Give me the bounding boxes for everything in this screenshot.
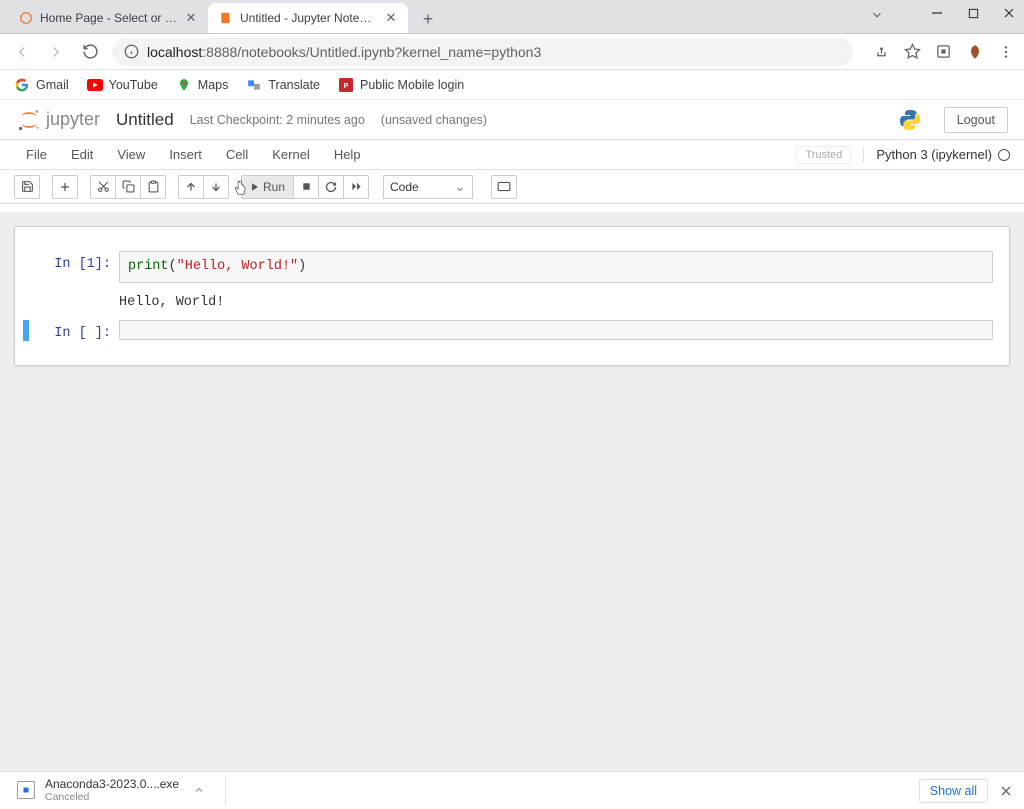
menu-view[interactable]: View [105,143,157,166]
cell-prompt: In [ ]: [29,320,119,341]
code-cell[interactable]: In [1]: print("Hello, World!") [23,249,1001,285]
move-up-button[interactable] [178,175,204,199]
cell-output: Hello, World! [119,291,993,312]
menu-kernel[interactable]: Kernel [260,143,322,166]
bookmark-maps[interactable]: Maps [176,77,229,93]
minimize-icon[interactable] [930,6,944,20]
url-host: localhost [147,44,202,60]
code-input[interactable] [119,320,993,340]
forward-button[interactable] [44,40,68,64]
bookmark-star-icon[interactable] [904,43,921,60]
menu-cell[interactable]: Cell [214,143,260,166]
kernel-status-icon [998,149,1010,161]
browser-tab-notebook[interactable]: Untitled - Jupyter Notebook ✕ [208,3,408,33]
notebook-container: In [1]: print("Hello, World!") Hello, Wo… [0,212,1024,771]
reload-button[interactable] [78,40,102,64]
bookmark-translate[interactable]: Translate [246,77,320,93]
site-info-icon[interactable] [124,44,139,59]
cell-prompt [29,291,119,312]
notebook: In [1]: print("Hello, World!") Hello, Wo… [14,226,1010,366]
python-logo-icon [898,108,922,132]
save-button[interactable] [14,175,40,199]
code-cell[interactable]: In [ ]: [23,318,1001,343]
translate-icon [246,77,262,93]
menu-bar: File Edit View Insert Cell Kernel Help T… [0,140,1024,170]
browser-tab-home[interactable]: Home Page - Select or create a n ✕ [8,3,208,33]
unsaved-text: (unsaved changes) [381,113,487,127]
jupyter-logo-text: jupyter [46,109,100,130]
command-palette-button[interactable] [491,175,517,199]
add-cell-button[interactable] [52,175,78,199]
show-all-button[interactable]: Show all [919,779,988,803]
copy-button[interactable] [115,175,141,199]
file-icon [17,781,35,799]
checkpoint-text: Last Checkpoint: 2 minutes ago [190,113,365,127]
share-icon[interactable] [873,43,890,60]
restart-run-all-button[interactable] [343,175,369,199]
url-path: :8888/notebooks/Untitled.ipynb?kernel_na… [202,44,541,60]
toolbar: Run Code [0,170,1024,204]
back-button[interactable] [10,40,34,64]
new-tab-button[interactable]: + [414,5,442,33]
download-status: Canceled [45,791,179,803]
restart-button[interactable] [318,175,344,199]
address-bar: localhost:8888/notebooks/Untitled.ipynb?… [0,34,1024,70]
kernel-indicator[interactable]: Python 3 (ipykernel) [863,147,1010,162]
jupyter-header: jupyter Untitled Last Checkpoint: 2 minu… [0,100,1024,140]
download-shelf: Anaconda3-2023.0....exe Canceled Show al… [0,771,1024,809]
maps-icon [176,77,192,93]
code-input[interactable]: print("Hello, World!") [119,251,993,283]
more-menu-icon[interactable] [998,44,1014,60]
cell-prompt: In [1]: [29,251,119,283]
extension-icon[interactable] [935,43,952,60]
menu-edit[interactable]: Edit [59,143,105,166]
leaf-extension-icon[interactable] [966,43,984,61]
download-item[interactable]: Anaconda3-2023.0....exe Canceled [12,775,226,807]
svg-text:P: P [344,82,349,89]
maximize-icon[interactable] [966,6,980,20]
cell-type-select[interactable]: Code [383,175,473,199]
close-window-icon[interactable] [1002,6,1016,20]
menu-file[interactable]: File [14,143,59,166]
interrupt-button[interactable] [293,175,319,199]
url-input[interactable]: localhost:8888/notebooks/Untitled.ipynb?… [112,38,853,66]
pm-icon: P [338,77,354,93]
menu-help[interactable]: Help [322,143,373,166]
menu-insert[interactable]: Insert [157,143,214,166]
jupyter-nb-favicon-icon [218,10,234,26]
logout-button[interactable]: Logout [944,107,1008,133]
notebook-title[interactable]: Untitled [116,110,174,130]
close-tab-icon[interactable]: ✕ [184,11,198,25]
youtube-icon [87,77,103,93]
jupyter-logo[interactable]: jupyter [16,107,100,133]
move-down-button[interactable] [203,175,229,199]
jupyter-favicon-icon [18,10,34,26]
cut-button[interactable] [90,175,116,199]
tab-title: Home Page - Select or create a n [40,11,178,25]
bookmarks-bar: Gmail YouTube Maps Translate PPublic Mob… [0,70,1024,100]
close-shelf-icon[interactable] [1000,785,1012,797]
trusted-indicator[interactable]: Trusted [796,146,851,164]
window-dropdown-icon[interactable] [870,8,884,22]
bookmark-gmail[interactable]: Gmail [14,77,69,93]
bookmark-youtube[interactable]: YouTube [87,77,158,93]
output-cell: Hello, World! [23,289,1001,314]
google-icon [14,77,30,93]
bookmark-pm[interactable]: PPublic Mobile login [338,77,464,93]
chevron-up-icon[interactable] [193,784,205,796]
paste-button[interactable] [140,175,166,199]
download-filename: Anaconda3-2023.0....exe [45,778,179,792]
run-button[interactable]: Run [241,175,294,199]
close-tab-icon[interactable]: ✕ [384,11,398,25]
tab-title: Untitled - Jupyter Notebook [240,11,378,25]
